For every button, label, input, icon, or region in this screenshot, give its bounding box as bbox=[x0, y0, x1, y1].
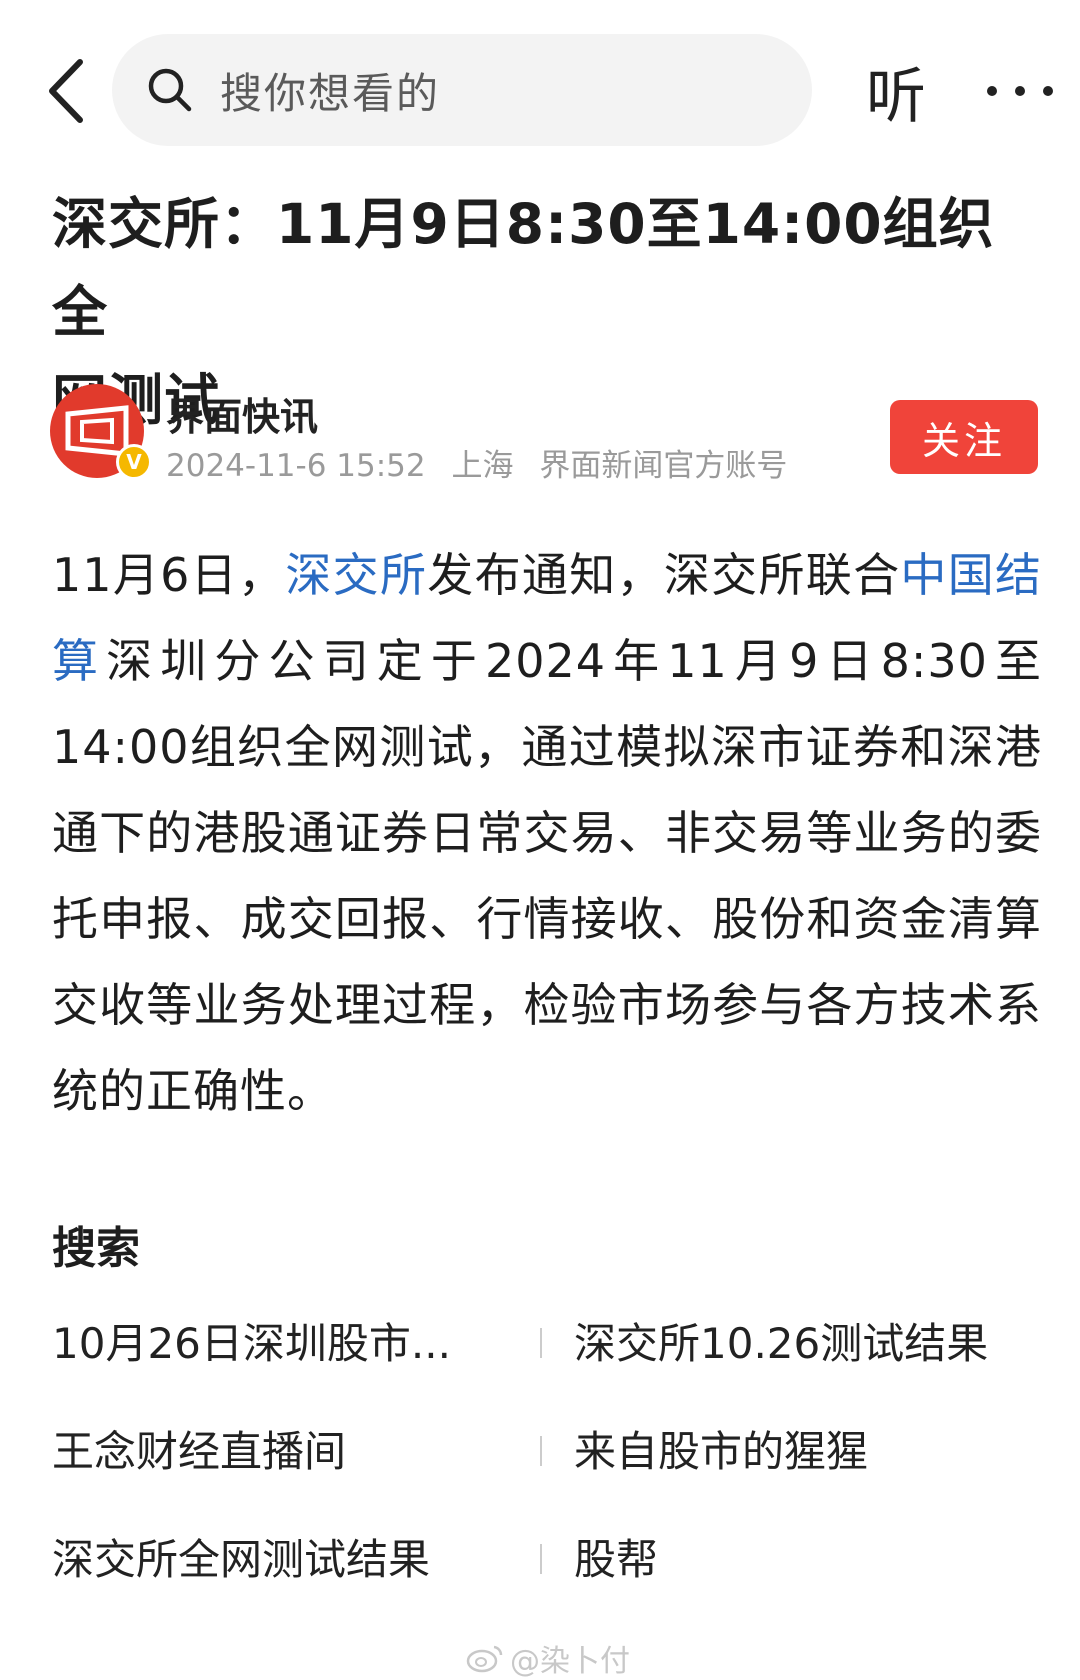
author-name[interactable]: 界面快讯 bbox=[166, 386, 318, 441]
search-suggestion[interactable]: 深交所全网测试结果 bbox=[52, 1526, 512, 1587]
author-meta: 2024-11-6 15:52 上海 界面新闻官方账号 bbox=[166, 440, 803, 485]
watermark: @染卜付 bbox=[466, 1636, 630, 1680]
search-suggestions: 10月26日深圳股市... 深交所10.26测试结果 王念财经直播间 来自股市的… bbox=[52, 1300, 1042, 1624]
publish-datetime: 2024-11-6 15:52 bbox=[166, 448, 426, 484]
article-title-line1: 深交所：11月9日8:30至14:00组织全 bbox=[52, 192, 995, 344]
search-icon bbox=[146, 64, 198, 116]
more-dot-icon bbox=[1015, 86, 1025, 96]
top-bar: 搜你想看的 听 bbox=[0, 0, 1080, 170]
search-row: 深交所全网测试结果 股帮 bbox=[52, 1516, 1042, 1624]
search-section-title: 搜索 bbox=[52, 1223, 140, 1274]
watermark-text: @染卜付 bbox=[510, 1644, 630, 1679]
divider bbox=[540, 1436, 542, 1466]
more-dot-icon bbox=[987, 86, 997, 96]
search-suggestion[interactable]: 10月26日深圳股市... bbox=[52, 1310, 512, 1371]
article-body: 11月6日，深交所发布通知，深交所联合中国结算深圳分公司定于2024年11月9日… bbox=[52, 532, 1042, 1134]
author-info: V 界面快讯 2024-11-6 15:52 上海 界面新闻官方账号 关注 bbox=[50, 384, 1040, 484]
body-text-part3: 深圳分公司定于2024年11月9日8:30至14:00组织全网测试，通过模拟深市… bbox=[52, 634, 1042, 1118]
back-button[interactable] bbox=[36, 46, 96, 136]
body-text-part2: 发布通知，深交所联合 bbox=[427, 548, 901, 602]
follow-button[interactable]: 关注 bbox=[890, 400, 1038, 474]
verified-badge: V bbox=[116, 444, 152, 480]
divider bbox=[540, 1328, 542, 1358]
szse-link[interactable]: 深交所 bbox=[285, 548, 427, 602]
search-row: 王念财经直播间 来自股市的猩猩 bbox=[52, 1408, 1042, 1516]
search-suggestion[interactable]: 来自股市的猩猩 bbox=[574, 1418, 1034, 1479]
divider bbox=[540, 1544, 542, 1574]
more-dot-icon bbox=[1043, 86, 1053, 96]
search-suggestion[interactable]: 王念财经直播间 bbox=[52, 1418, 512, 1479]
weibo-icon bbox=[466, 1645, 503, 1673]
more-button[interactable] bbox=[972, 56, 1068, 126]
search-input[interactable]: 搜你想看的 bbox=[112, 34, 812, 146]
body-text-part1: 11月6日， bbox=[52, 548, 286, 602]
search-suggestion[interactable]: 股帮 bbox=[574, 1526, 1034, 1587]
account-type: 界面新闻官方账号 bbox=[539, 448, 788, 484]
search-row: 10月26日深圳股市... 深交所10.26测试结果 bbox=[52, 1300, 1042, 1408]
search-placeholder: 搜你想看的 bbox=[220, 68, 441, 118]
search-suggestion[interactable]: 深交所10.26测试结果 bbox=[574, 1310, 1034, 1371]
listen-button[interactable]: 听 bbox=[856, 46, 936, 136]
chevron-left-icon bbox=[49, 59, 83, 123]
publish-location: 上海 bbox=[451, 448, 514, 484]
